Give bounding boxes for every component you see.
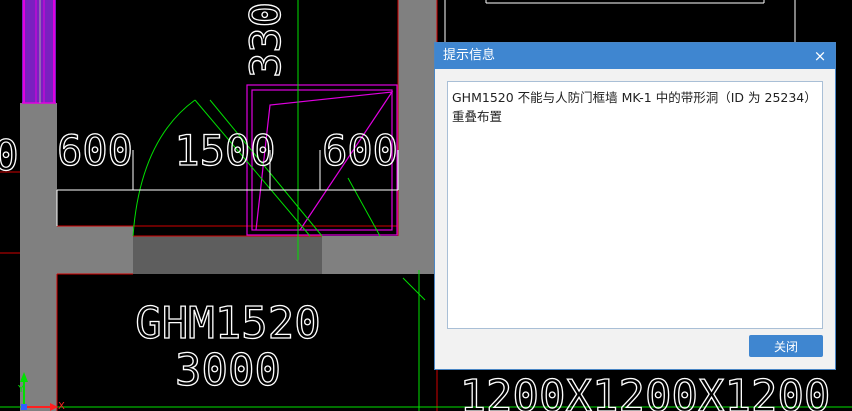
dialog-message: GHM1520 不能与人防门框墙 MK-1 中的带形洞（ID 为 25234）重… (447, 81, 823, 329)
dialog-title-bar[interactable]: 提示信息 × (435, 43, 835, 69)
dim-text-vertical: 330 (241, 2, 290, 78)
dim-text-right: 600 (322, 126, 398, 175)
axis-x-label: X (58, 401, 65, 411)
pink-column (22, 0, 56, 104)
dim-text-left: 600 (57, 126, 133, 175)
door-sub-label: 3000 (175, 345, 281, 396)
dim-text-middle: 1500 (174, 126, 275, 175)
left-edge-text: 0 (0, 131, 19, 180)
message-dialog: 提示信息 × GHM1520 不能与人防门框墙 MK-1 中的带形洞（ID 为 … (434, 42, 836, 370)
close-icon[interactable]: × (811, 43, 829, 69)
axis-y-label: Y (17, 384, 25, 395)
close-button[interactable]: 关闭 (749, 335, 823, 357)
dialog-message-text: GHM1520 不能与人防门框墙 MK-1 中的带形洞（ID 为 25234）重… (452, 90, 817, 124)
bottom-dim-text: 1200X1200X1200 (460, 371, 831, 411)
door-label: GHM1520 (135, 298, 320, 349)
dialog-title: 提示信息 (443, 48, 496, 63)
